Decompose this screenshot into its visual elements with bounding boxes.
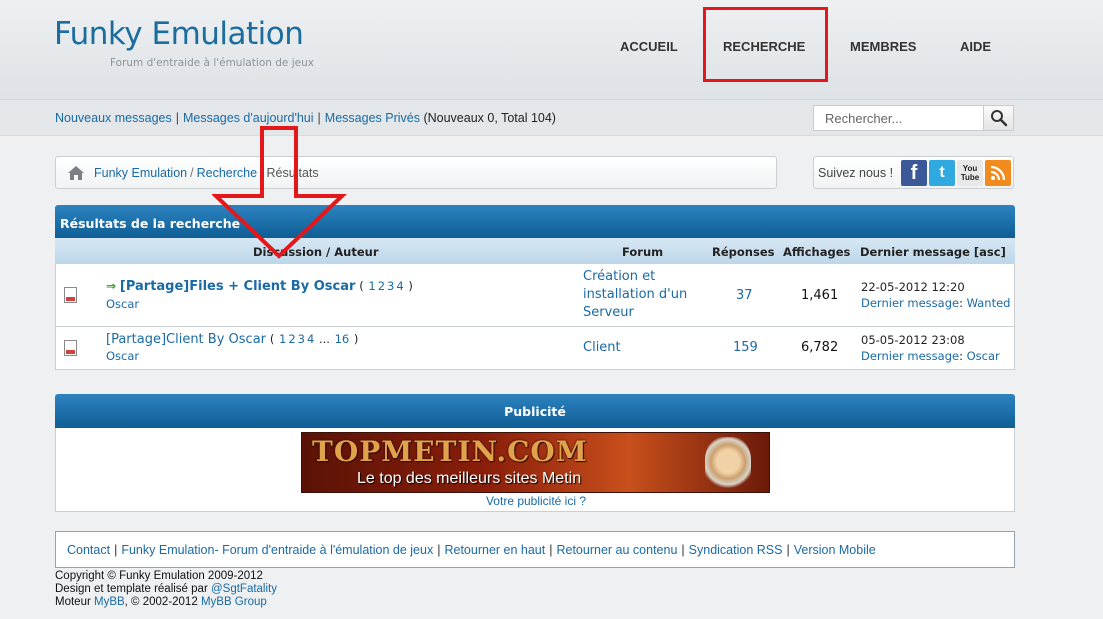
footer-back-top[interactable]: Retourner en haut <box>444 543 545 557</box>
thread-status-icon <box>64 340 77 356</box>
last-post-date: 05-05-2012 23:08 <box>861 333 965 347</box>
page-link[interactable]: 16 <box>335 332 350 346</box>
thread-author[interactable]: Oscar <box>106 349 139 363</box>
site-header: Funky Emulation Forum d'entraide à l'ému… <box>0 0 1103 100</box>
thread-forum[interactable]: Création et installation d'un Serveur <box>583 268 698 322</box>
thread-views: 6,782 <box>801 340 839 355</box>
page-link[interactable]: 2 <box>378 279 385 293</box>
col-forum[interactable]: Forum <box>622 245 663 259</box>
thread-title[interactable]: [Partage]Files + Client By Oscar <box>120 279 356 294</box>
thread-author[interactable]: Oscar <box>106 297 139 311</box>
link-today-messages[interactable]: Messages d'aujourd'hui <box>183 111 314 125</box>
ad-header: Publicité <box>55 394 1015 428</box>
designer-link[interactable]: @SgtFatality <box>211 583 277 595</box>
page-link[interactable]: 1 <box>279 332 286 346</box>
thread-status-icon <box>64 287 77 303</box>
results-header: Résultats de la recherche <box>55 205 1015 238</box>
go-to-new-icon[interactable]: ⇒ <box>106 279 116 293</box>
breadcrumb: Funky Emulation / Recherche / Résultats <box>55 156 777 189</box>
pm-status: (Nouveaux 0, Total 104) <box>423 111 556 125</box>
ad-banner[interactable]: TOPMETIN.COM Le top des meilleurs sites … <box>301 432 770 493</box>
annotation-highlight-box <box>703 7 828 82</box>
last-post-link[interactable]: Dernier message <box>861 349 959 363</box>
thread-views: 1,461 <box>801 288 839 303</box>
page-link[interactable]: 1 <box>368 279 375 293</box>
last-post-date: 22-05-2012 12:20 <box>861 280 965 294</box>
social-box: Suivez nous ! f t You Tube <box>813 156 1014 189</box>
nav-membres[interactable]: MEMBRES <box>850 39 916 54</box>
nav-accueil[interactable]: ACCUEIL <box>620 39 678 54</box>
link-private-messages[interactable]: Messages Privés <box>325 111 420 125</box>
page-link[interactable]: 4 <box>307 332 314 346</box>
ad-banner-subtitle: Le top des meilleurs sites Metin <box>357 470 582 487</box>
ad-banner-title: TOPMETIN.COM <box>312 435 588 468</box>
search-input[interactable] <box>813 105 984 131</box>
search-button[interactable] <box>983 105 1014 131</box>
col-views[interactable]: Affichages <box>783 245 850 259</box>
quick-links: Nouveaux messages | Messages d'aujourd'hui… <box>55 111 556 125</box>
rss-icon[interactable] <box>985 160 1011 186</box>
search-icon <box>990 110 1007 127</box>
footer-home[interactable]: Funky Emulation- Forum d'entraide à l'ém… <box>121 543 433 557</box>
table-row: [Partage]Client By Oscar ( 1234 ... 16 )… <box>55 327 1015 370</box>
footer-back-content[interactable]: Retourner au contenu <box>556 543 677 557</box>
page-link[interactable]: 4 <box>396 279 403 293</box>
thread-forum[interactable]: Client <box>583 339 621 357</box>
last-post-user[interactable]: Oscar <box>967 349 1000 363</box>
ad-panel: TOPMETIN.COM Le top des meilleurs sites … <box>55 428 1015 512</box>
annotation-arrow <box>212 126 347 259</box>
last-post-user[interactable]: Wanted <box>967 296 1011 310</box>
footer-mobile[interactable]: Version Mobile <box>794 543 876 557</box>
main-nav: ACCUEIL RECHERCHE MEMBRES AIDE <box>0 39 1103 59</box>
thread-pages: ( 1234 ... 16 ) <box>269 332 359 346</box>
footer-contact[interactable]: Contact <box>67 543 110 557</box>
footer-rss[interactable]: Syndication RSS <box>689 543 783 557</box>
page-link[interactable]: 2 <box>288 332 295 346</box>
nav-aide[interactable]: AIDE <box>960 39 991 54</box>
thread-replies[interactable]: 159 <box>733 340 758 355</box>
home-icon[interactable] <box>67 165 85 181</box>
mybb-group-link[interactable]: MyBB Group <box>201 596 267 608</box>
ad-banner-character <box>705 437 751 492</box>
twitter-icon[interactable]: t <box>929 160 955 186</box>
link-new-messages[interactable]: Nouveaux messages <box>55 111 172 125</box>
col-replies[interactable]: Réponses <box>712 245 774 259</box>
social-label: Suivez nous ! <box>818 166 894 180</box>
page-link[interactable]: 3 <box>387 279 394 293</box>
thread-pages: ( 1234 ) <box>359 279 413 293</box>
thread-replies[interactable]: 37 <box>736 288 753 303</box>
ad-link[interactable]: Votre publicité ici ? <box>486 494 586 508</box>
table-row: ⇒ [Partage]Files + Client By Oscar ( 123… <box>55 264 1015 327</box>
col-last-message[interactable]: Dernier message [asc] <box>860 245 1006 259</box>
facebook-icon[interactable]: f <box>901 160 927 186</box>
thread-title[interactable]: [Partage]Client By Oscar <box>106 332 266 347</box>
mybb-link[interactable]: MyBB <box>94 596 125 608</box>
results-column-headers: Discussion / Auteur Forum Réponses Affic… <box>55 238 1015 264</box>
footer-links: Contact | Funky Emulation- Forum d'entraid… <box>55 531 1015 568</box>
last-post-link[interactable]: Dernier message <box>861 296 959 310</box>
breadcrumb-home[interactable]: Funky Emulation <box>94 166 187 180</box>
youtube-icon[interactable]: You Tube <box>957 160 983 186</box>
copyright: Copyright © Funky Emulation 2009-2012 De… <box>55 570 277 608</box>
page-link[interactable]: 3 <box>298 332 305 346</box>
